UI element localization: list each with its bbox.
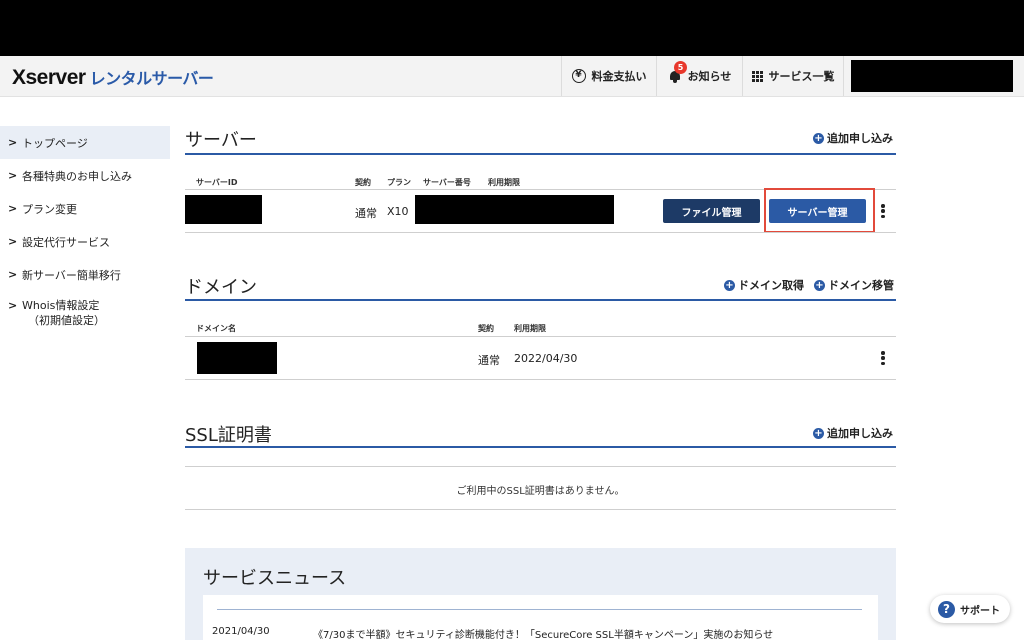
column-header-server-number: サーバー番号 — [423, 178, 471, 187]
services-nav[interactable]: サービス一覧 — [742, 56, 844, 96]
server-plan-value: X10 — [387, 205, 409, 218]
column-header-server-id: サーバーID — [196, 178, 238, 187]
ssl-add-label: 追加申し込み — [827, 427, 893, 440]
plus-circle-icon: + — [813, 132, 824, 144]
news-divider — [217, 609, 862, 610]
chevron-right-icon: > — [8, 202, 18, 215]
payment-nav[interactable]: ¥ 料金支払い — [561, 56, 656, 96]
column-header-period: 利用期限 — [488, 178, 520, 187]
sidebar-item-label: トップページ — [22, 136, 88, 150]
domain-transfer-label: ドメイン移管 — [828, 279, 894, 292]
xserver-logo[interactable]: Xserver レンタルサーバー — [12, 65, 214, 89]
payment-label: 料金支払い — [591, 70, 647, 83]
news-item-date: 2021/04/30 — [212, 626, 270, 637]
domain-header-divider — [185, 336, 896, 337]
column-header-domain-name: ドメイン名 — [196, 324, 236, 333]
chevron-right-icon: > — [8, 136, 18, 149]
ssl-section-divider — [185, 446, 896, 448]
server-row-divider — [185, 232, 896, 233]
ssl-empty-message: ご利用中のSSL証明書はありません。 — [456, 486, 625, 497]
sidebar-item-whois[interactable]: > Whois情報設定 （初期値設定） — [0, 291, 170, 341]
domain-period-value: 2022/04/30 — [514, 352, 578, 365]
server-contract-value: 通常 — [355, 207, 377, 220]
sidebar-item-label: 設定代行サービス — [22, 235, 110, 249]
sidebar-item-setup-service[interactable]: > 設定代行サービス — [0, 225, 170, 258]
services-label: サービス一覧 — [768, 70, 835, 83]
domain-section-divider — [185, 299, 896, 301]
ssl-row-divider — [185, 509, 896, 510]
file-manager-button[interactable]: ファイル管理 — [663, 199, 760, 223]
chevron-right-icon: > — [8, 169, 18, 182]
sidebar-item-label: プラン変更 — [22, 202, 77, 216]
sidebar-item-benefits[interactable]: > 各種特典のお申し込み — [0, 159, 170, 192]
sidebar: > トップページ > 各種特典のお申し込み > プラン変更 > 設定代行サービス… — [0, 126, 170, 341]
server-number-redacted — [415, 195, 614, 224]
chevron-right-icon: > — [8, 299, 18, 312]
server-more-icon[interactable] — [881, 204, 885, 218]
sidebar-item-label: 各種特典のお申し込み — [22, 169, 132, 183]
question-icon: ? — [938, 600, 955, 618]
sidebar-item-label: 新サーバー簡単移行 — [22, 268, 121, 282]
domain-name-redacted — [197, 342, 277, 374]
server-add-link[interactable]: + 追加申し込み — [813, 130, 893, 146]
server-section-title: サーバー — [185, 130, 257, 151]
chevron-right-icon: > — [8, 235, 18, 248]
logo-main-text: Xserver — [12, 66, 86, 89]
column-header-contract: 契約 — [478, 324, 494, 333]
domain-contract-value: 通常 — [478, 354, 500, 367]
sidebar-item-migration[interactable]: > 新サーバー簡単移行 — [0, 258, 170, 291]
plus-circle-icon: + — [813, 427, 824, 439]
domain-acquire-label: ドメイン取得 — [738, 279, 804, 292]
plus-circle-icon: + — [814, 279, 825, 291]
sidebar-item-label: Whois情報設定 — [22, 299, 100, 312]
ssl-section-title: SSL証明書 — [185, 425, 272, 446]
logo-sub-text: レンタルサーバー — [89, 69, 214, 88]
support-button[interactable]: ? サポート — [930, 595, 1010, 623]
notice-badge: 5 — [674, 61, 687, 74]
ssl-header-divider — [185, 466, 896, 467]
highlight-box — [764, 188, 875, 233]
sidebar-item-plan-change[interactable]: > プラン変更 — [0, 192, 170, 225]
domain-acquire-link[interactable]: + ドメイン取得 — [724, 277, 804, 293]
header: Xserver レンタルサーバー ¥ 料金支払い お知らせ 5 サービス一覧 — [0, 56, 1024, 97]
server-id-redacted — [185, 195, 262, 224]
domain-section-title: ドメイン — [185, 277, 257, 298]
news-section-title: サービスニュース — [203, 568, 347, 589]
plus-circle-icon: + — [724, 279, 735, 291]
notice-nav[interactable]: お知らせ — [656, 56, 742, 96]
domain-transfer-link[interactable]: + ドメイン移管 — [814, 277, 894, 293]
domain-more-icon[interactable] — [881, 351, 885, 365]
ssl-add-link[interactable]: + 追加申し込み — [813, 425, 893, 441]
service-news-panel: サービスニュース 2021/04/30 《7/30まで半額》セキュリティ診断機能… — [185, 548, 896, 640]
grid-icon — [751, 70, 763, 82]
column-header-plan: プラン — [387, 178, 411, 187]
news-item-link[interactable]: 《7/30まで半額》セキュリティ診断機能付き！「SecureCore SSL半額… — [313, 626, 773, 640]
column-header-contract: 契約 — [355, 178, 371, 187]
account-redacted[interactable] — [851, 60, 1013, 92]
chevron-right-icon: > — [8, 268, 18, 281]
top-black-bar — [0, 0, 1024, 56]
yen-icon: ¥ — [571, 69, 586, 83]
domain-row-divider — [185, 379, 896, 380]
column-header-period: 利用期限 — [514, 324, 546, 333]
server-add-label: 追加申し込み — [827, 132, 893, 145]
server-section-divider — [185, 153, 896, 155]
support-label: サポート — [960, 605, 1000, 617]
sidebar-item-top[interactable]: > トップページ — [0, 126, 170, 159]
sidebar-item-sublabel: （初期値設定） — [28, 314, 105, 327]
notice-label: お知らせ — [687, 70, 732, 83]
